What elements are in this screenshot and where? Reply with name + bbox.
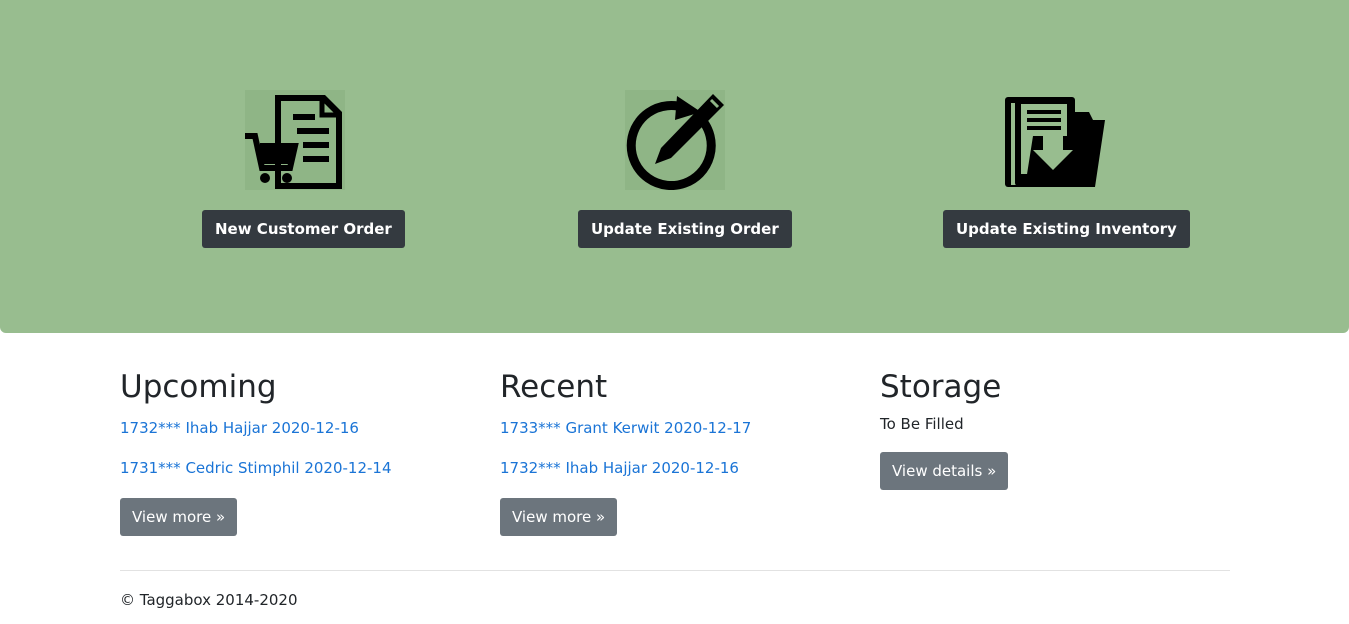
recent-section: Recent 1733*** Grant Kerwit 2020-12-17 1…: [500, 366, 751, 536]
update-inventory-action: Update Existing Inventory: [943, 90, 1190, 248]
cart-order-icon: [244, 90, 345, 190]
update-existing-order-button[interactable]: Update Existing Order: [578, 210, 792, 248]
new-customer-order-button[interactable]: New Customer Order: [202, 210, 405, 248]
footer-copyright: © Taggabox 2014-2020: [120, 591, 298, 609]
upcoming-order-link[interactable]: 1731*** Cedric Stimphil 2020-12-14: [120, 458, 392, 478]
storage-section: Storage To Be Filled View details »: [880, 366, 1009, 490]
storage-heading: Storage: [880, 369, 1002, 405]
new-order-action: New Customer Order: [202, 90, 405, 248]
recent-view-more-button[interactable]: View more »: [500, 498, 618, 536]
update-existing-inventory-button[interactable]: Update Existing Inventory: [943, 210, 1190, 248]
upcoming-view-more-button[interactable]: View more »: [120, 498, 238, 536]
recent-order-link[interactable]: 1732*** Ihab Hajjar 2020-12-16: [500, 458, 751, 478]
folder-download-icon: [1004, 97, 1105, 187]
update-order-action: Update Existing Order: [578, 90, 792, 248]
storage-view-details-button[interactable]: View details »: [880, 452, 1009, 490]
upcoming-heading: Upcoming: [120, 369, 277, 405]
recent-order-link[interactable]: 1733*** Grant Kerwit 2020-12-17: [500, 418, 751, 438]
edit-refresh-icon: [624, 90, 725, 190]
hero-banner: New Customer Order Update Existing Order…: [0, 0, 1349, 333]
upcoming-section: Upcoming 1732*** Ihab Hajjar 2020-12-16 …: [120, 366, 392, 536]
upcoming-order-link[interactable]: 1732*** Ihab Hajjar 2020-12-16: [120, 418, 392, 438]
upcoming-list: 1732*** Ihab Hajjar 2020-12-16 1731*** C…: [120, 418, 392, 478]
footer-divider: [120, 570, 1230, 571]
storage-text: To Be Filled: [880, 415, 964, 433]
recent-heading: Recent: [500, 369, 608, 405]
recent-list: 1733*** Grant Kerwit 2020-12-17 1732*** …: [500, 418, 751, 478]
